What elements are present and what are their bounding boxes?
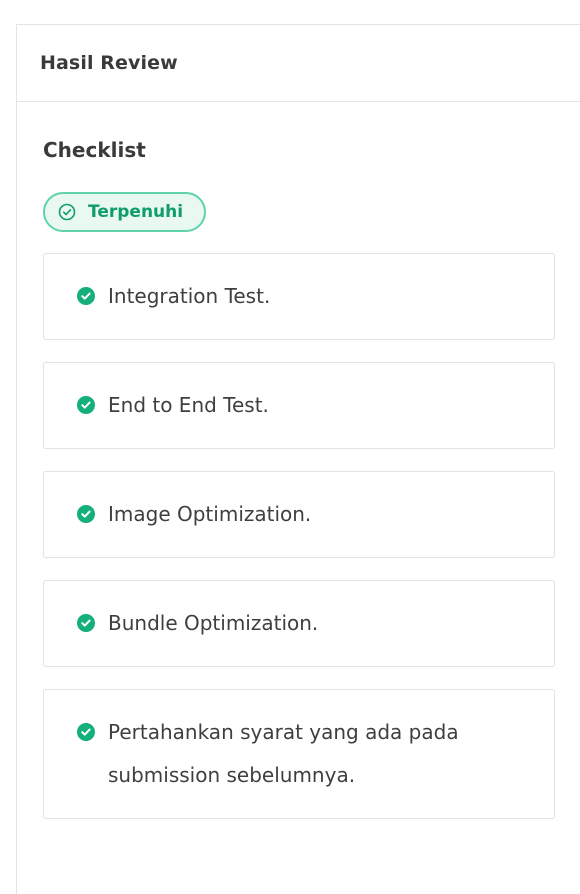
list-item-label: Bundle Optimization. — [108, 611, 319, 635]
check-circle-outline-icon — [57, 202, 77, 222]
checklist: Integration Test. End to End Test. Image… — [43, 253, 555, 819]
list-item: Integration Test. — [43, 253, 555, 340]
review-card: Hasil Review Checklist Terpenuhi Integra… — [16, 24, 580, 894]
list-item-label: Integration Test. — [108, 284, 271, 308]
list-item-label: Pertahankan syarat yang ada pada submiss… — [108, 720, 459, 787]
list-item-label: End to End Test. — [108, 393, 269, 417]
card-body: Checklist Terpenuhi Integration Test. En… — [17, 102, 580, 819]
list-item: Bundle Optimization. — [43, 580, 555, 667]
list-item: Image Optimization. — [43, 471, 555, 558]
check-circle-icon — [77, 614, 95, 632]
check-circle-icon — [77, 505, 95, 523]
list-item: Pertahankan syarat yang ada pada submiss… — [43, 689, 555, 819]
card-title: Hasil Review — [40, 52, 178, 74]
check-circle-icon — [77, 723, 95, 741]
list-item: End to End Test. — [43, 362, 555, 449]
list-item-label: Image Optimization. — [108, 502, 312, 526]
check-circle-icon — [77, 396, 95, 414]
card-header: Hasil Review — [17, 25, 580, 102]
status-badge: Terpenuhi — [43, 192, 207, 232]
status-label: Terpenuhi — [88, 202, 184, 222]
check-circle-icon — [77, 287, 95, 305]
checklist-title: Checklist — [43, 138, 146, 162]
